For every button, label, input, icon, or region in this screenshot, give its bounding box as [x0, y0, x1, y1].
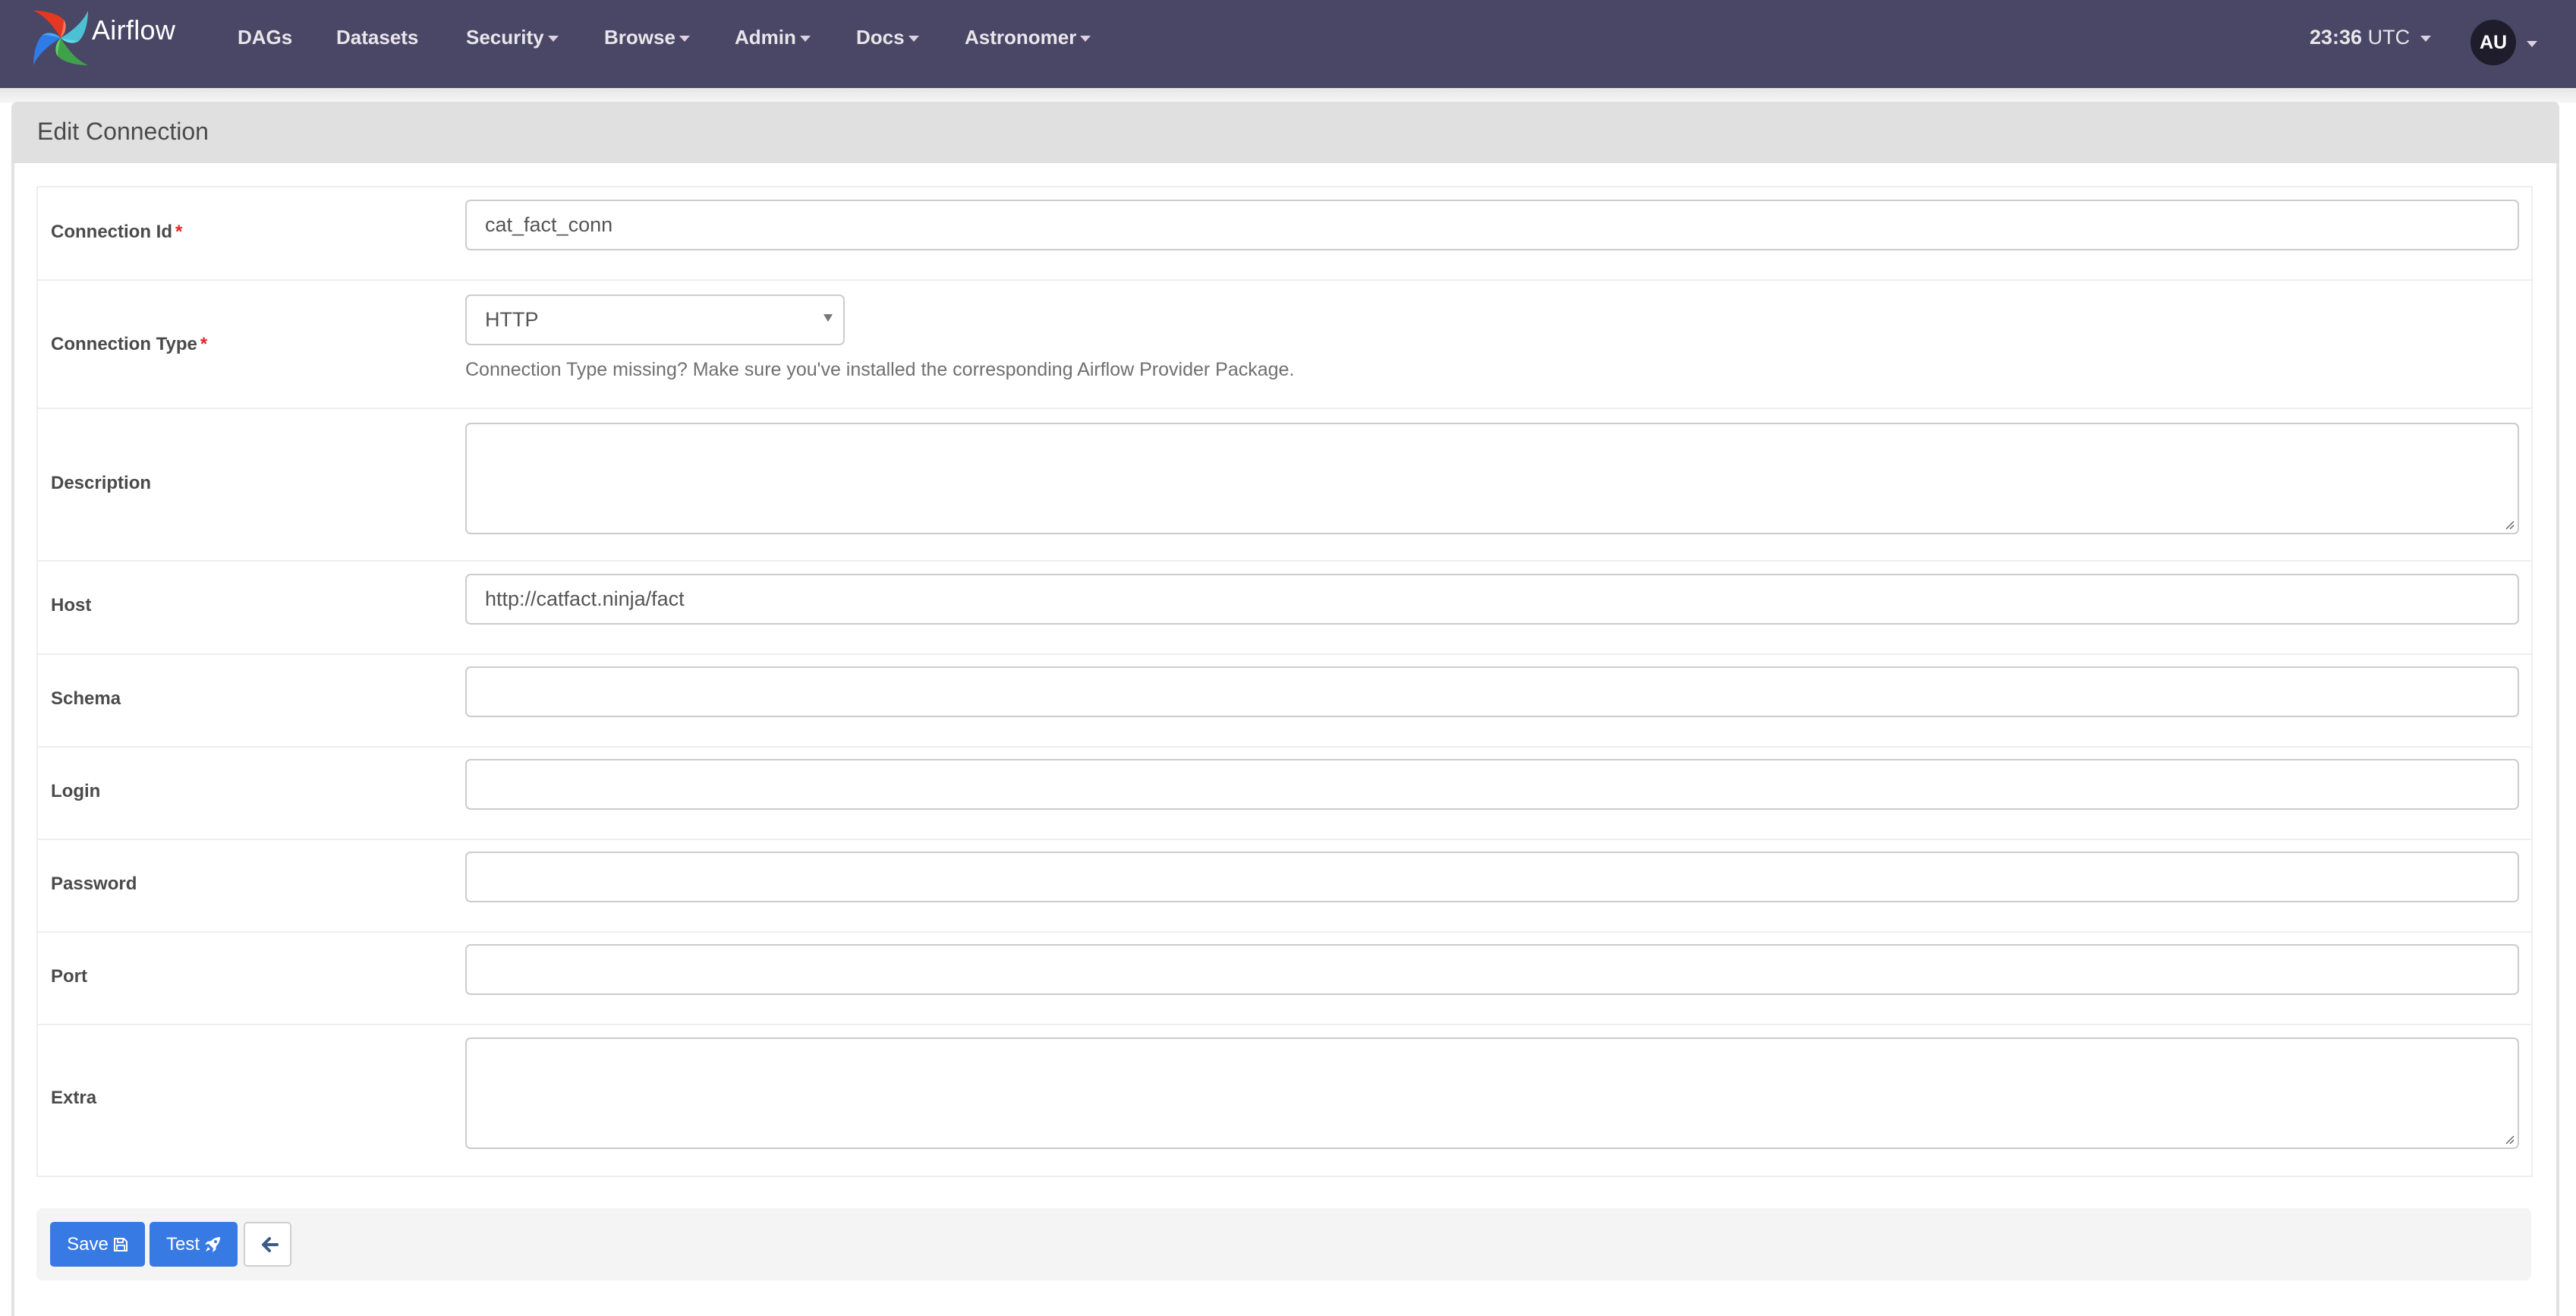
login-label: Login: [51, 781, 101, 801]
form-row-conn-id: Connection Id * cat_fact_conn: [38, 187, 2531, 281]
caret-down-icon: [2527, 40, 2537, 47]
nav-docs-dropdown[interactable]: Docs: [856, 26, 919, 49]
host-label: Host: [51, 595, 92, 615]
caret-down-icon: [2420, 36, 2432, 42]
nav-datasets[interactable]: Datasets: [336, 26, 418, 49]
nav-docs-label: Docs: [856, 26, 905, 49]
port-input[interactable]: [465, 944, 2519, 995]
save-label: Save: [67, 1233, 109, 1255]
nav-astronomer-label: Astronomer: [965, 26, 1077, 49]
form-row-login: Login: [38, 748, 2531, 840]
login-input[interactable]: [465, 759, 2519, 810]
save-button[interactable]: Save: [50, 1222, 145, 1267]
page-title: Edit Connection: [37, 118, 209, 145]
extra-textarea[interactable]: [465, 1037, 2519, 1149]
resize-handle-icon[interactable]: [2504, 519, 2515, 530]
brand-home-link[interactable]: Airflow: [33, 11, 175, 65]
timezone-dropdown[interactable]: 23:36 UTC: [2310, 26, 2432, 49]
caret-down-icon: [679, 36, 690, 42]
select-arrow-icon: [824, 314, 833, 322]
airflow-pinwheel-icon: [33, 11, 88, 65]
caret-down-icon: [547, 36, 559, 42]
password-input[interactable]: [465, 852, 2519, 902]
navbar-shadow: [0, 88, 2576, 103]
nav-browse-dropdown[interactable]: Browse: [604, 26, 690, 49]
nav-admin-label: Admin: [735, 26, 796, 49]
nav-admin-dropdown[interactable]: Admin: [735, 26, 811, 49]
form-row-schema: Schema: [38, 655, 2531, 748]
avatar: AU: [2471, 20, 2516, 65]
conn-id-label: Connection Id *: [51, 222, 183, 242]
description-label: Description: [51, 473, 152, 493]
form-row-password: Password: [38, 840, 2531, 933]
form-row-conn-type: Connection Type * HTTP Connection Type mi…: [38, 281, 2531, 409]
nav-dags[interactable]: DAGs: [238, 26, 292, 49]
nav-astronomer-dropdown[interactable]: Astronomer: [965, 26, 1091, 49]
form-row-extra: Extra: [38, 1025, 2531, 1176]
form-actions: Save Test: [36, 1208, 2531, 1280]
nav-datasets-label: Datasets: [336, 26, 419, 49]
arrow-left-icon: [261, 1236, 279, 1252]
rocket-icon: [205, 1236, 220, 1252]
host-input[interactable]: http://catfact.ninja/fact: [465, 574, 2519, 625]
conn-type-label: Connection Type *: [51, 334, 208, 354]
clock-zone: UTC: [2367, 26, 2411, 49]
conn-type-selected-value: HTTP: [485, 308, 539, 331]
form-row-host: Host http://catfact.ninja/fact: [38, 562, 2531, 655]
back-button[interactable]: [244, 1222, 291, 1267]
nav-browse-label: Browse: [604, 26, 675, 49]
connection-form: Connection Id * cat_fact_conn Connection …: [36, 186, 2533, 1177]
brand-name: Airflow: [92, 14, 176, 46]
extra-label: Extra: [51, 1088, 97, 1108]
nav-dags-label: DAGs: [238, 26, 293, 49]
floppy-disk-icon: [113, 1237, 128, 1251]
password-label: Password: [51, 874, 137, 894]
schema-input[interactable]: [465, 666, 2519, 717]
test-button[interactable]: Test: [150, 1222, 238, 1267]
user-menu-dropdown[interactable]: AU: [2471, 20, 2537, 65]
port-label: Port: [51, 966, 87, 987]
nav-security-dropdown[interactable]: Security: [466, 26, 559, 49]
description-textarea[interactable]: [465, 423, 2519, 534]
navbar: Airflow DAGs Datasets Security Browse Ad…: [0, 0, 2576, 88]
panel-header: Edit Connection: [11, 102, 2559, 163]
caret-down-icon: [1080, 36, 1091, 42]
test-label: Test: [165, 1233, 200, 1255]
caret-down-icon: [799, 36, 811, 42]
form-row-description: Description: [38, 409, 2531, 562]
form-row-port: Port: [38, 933, 2531, 1025]
schema-label: Schema: [51, 688, 121, 709]
nav-security-label: Security: [466, 26, 544, 49]
conn-id-input[interactable]: cat_fact_conn: [465, 200, 2519, 250]
clock-time: 23:36: [2310, 26, 2363, 49]
caret-down-icon: [908, 36, 919, 42]
required-asterisk: *: [175, 222, 183, 242]
conn-type-select[interactable]: HTTP: [465, 294, 845, 345]
conn-type-help-text: Connection Type missing? Make sure you'v…: [465, 359, 1295, 380]
required-asterisk: *: [200, 334, 208, 354]
resize-handle-icon[interactable]: [2504, 1134, 2515, 1144]
